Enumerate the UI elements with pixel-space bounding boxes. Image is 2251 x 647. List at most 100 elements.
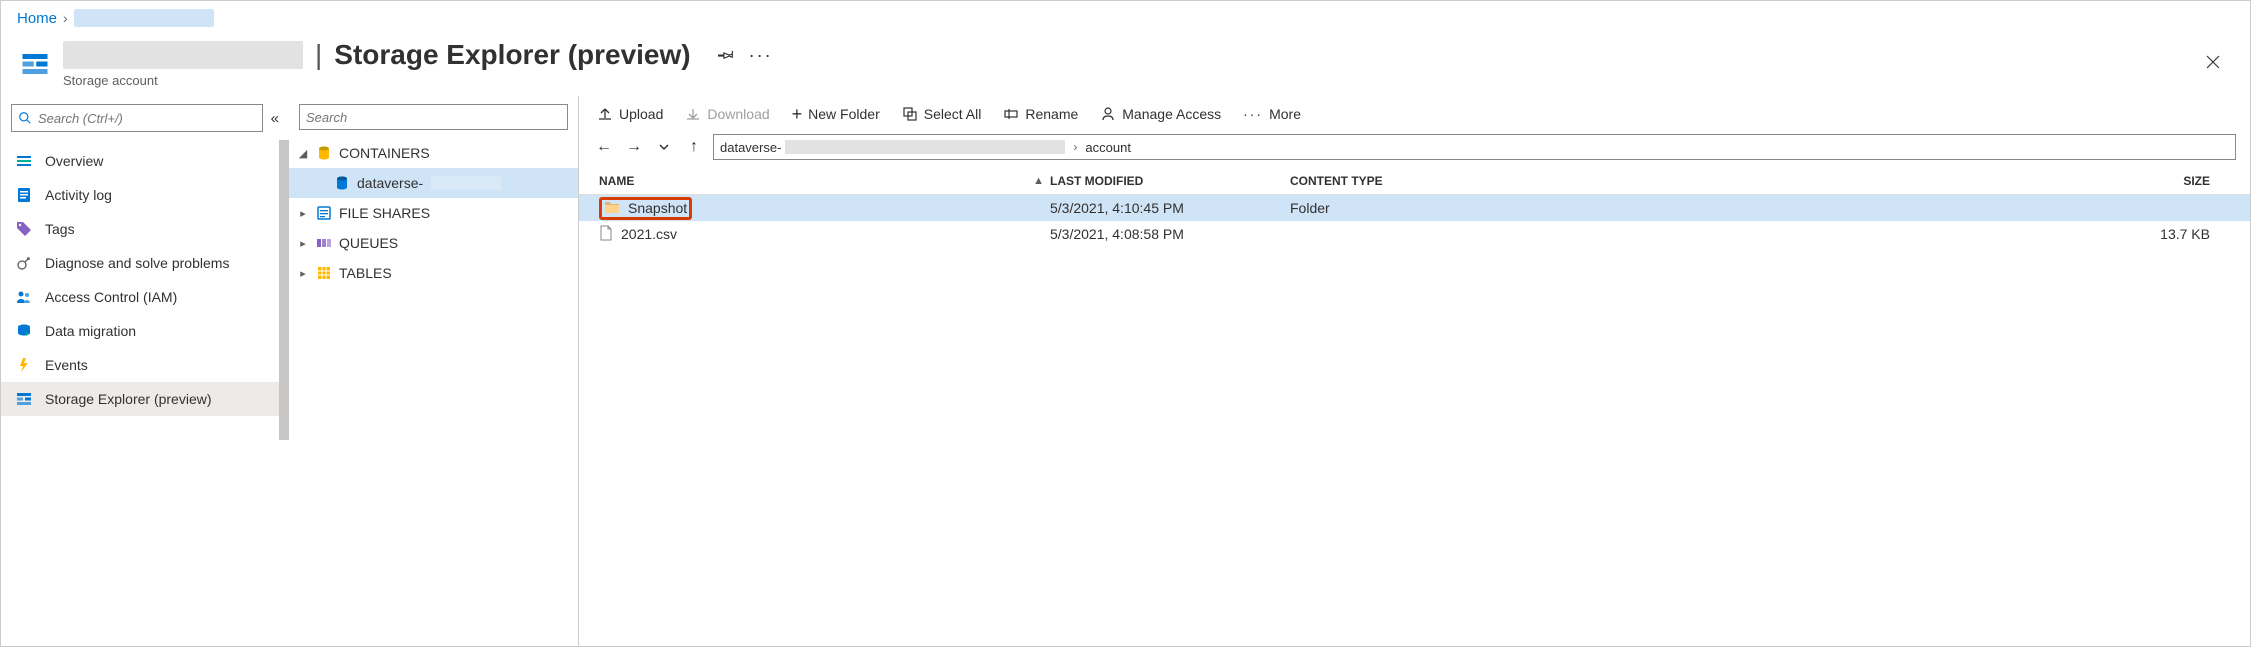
sidebar-item-events[interactable]: Events xyxy=(1,348,289,382)
select-all-button[interactable]: Select All xyxy=(902,106,982,122)
more-button[interactable]: ··· More xyxy=(1243,106,1301,122)
nav-forward-button[interactable]: → xyxy=(623,136,645,158)
file-icon xyxy=(599,225,613,244)
tables-icon xyxy=(315,264,333,282)
sidebar-item-label: Overview xyxy=(45,153,103,169)
resource-type-label: Storage account xyxy=(63,73,773,88)
manage-access-button[interactable]: Manage Access xyxy=(1100,106,1221,122)
tree-node-queues[interactable]: ▸ QUEUES xyxy=(289,228,578,258)
sidebar-item-label: Tags xyxy=(45,221,75,237)
nav-up-button[interactable]: ↑ xyxy=(683,136,705,158)
tree-node-file-shares[interactable]: ▸ FILE SHARES xyxy=(289,198,578,228)
file-modified: 5/3/2021, 4:10:45 PM xyxy=(1044,200,1284,216)
column-header-size[interactable]: SIZE xyxy=(1444,174,2240,188)
sidebar-item-tags[interactable]: Tags xyxy=(1,212,289,246)
data-migration-icon xyxy=(15,322,33,340)
close-button[interactable] xyxy=(2192,47,2234,81)
sidebar-item-diagnose[interactable]: Diagnose and solve problems xyxy=(1,246,289,280)
sidebar-item-access-control[interactable]: Access Control (IAM) xyxy=(1,280,289,314)
overview-icon xyxy=(15,152,33,170)
download-button[interactable]: Download xyxy=(685,106,769,122)
upload-button[interactable]: Upload xyxy=(597,106,663,122)
sidebar-item-label: Storage Explorer (preview) xyxy=(45,391,212,407)
tree-node-dataverse[interactable]: dataverse- xyxy=(289,168,578,198)
sidebar-item-label: Diagnose and solve problems xyxy=(45,255,229,271)
collapse-arrow-icon: ▸ xyxy=(297,237,309,250)
sidebar-item-storage-explorer[interactable]: Storage Explorer (preview) xyxy=(1,382,289,416)
tree-node-tables[interactable]: ▸ TABLES xyxy=(289,258,578,288)
table-row[interactable]: Snapshot 5/3/2021, 4:10:45 PM Folder xyxy=(579,195,2250,221)
toolbar-label: Manage Access xyxy=(1122,106,1221,122)
container-icon xyxy=(333,174,351,192)
address-segment: dataverse- xyxy=(720,140,781,155)
nav-dropdown-button[interactable] xyxy=(653,136,675,158)
column-label: NAME xyxy=(599,174,634,188)
content-panel: Upload Download + New Folder Select All … xyxy=(579,96,2250,646)
page-title: Storage Explorer (preview) xyxy=(334,39,690,71)
sidebar-item-label: Events xyxy=(45,357,88,373)
tags-icon xyxy=(15,220,33,238)
breadcrumb-home[interactable]: Home xyxy=(17,10,57,27)
column-header-name[interactable]: NAME ▲ xyxy=(589,174,1044,188)
storage-explorer-icon xyxy=(15,390,33,408)
tree-node-label: QUEUES xyxy=(339,235,398,251)
toolbar-label: New Folder xyxy=(808,106,880,122)
breadcrumb-redacted xyxy=(74,9,214,27)
page-header: | Storage Explorer (preview) ··· Storage… xyxy=(1,35,2250,96)
address-segment: account xyxy=(1085,140,1131,155)
tree-search[interactable] xyxy=(299,104,568,130)
address-bar[interactable]: dataverse- › account xyxy=(713,134,2236,160)
new-folder-button[interactable]: + New Folder xyxy=(792,106,880,122)
file-size: 13.7 KB xyxy=(1444,226,2240,242)
chevron-right-icon: › xyxy=(63,10,68,26)
file-table: NAME ▲ LAST MODIFIED CONTENT TYPE SIZE S… xyxy=(579,168,2250,646)
tree-node-label: dataverse- xyxy=(357,175,423,191)
file-name: 2021.csv xyxy=(621,226,677,242)
file-shares-icon xyxy=(315,204,333,222)
scrollbar-thumb[interactable] xyxy=(279,140,289,440)
collapse-arrow-icon: ▸ xyxy=(297,207,309,220)
rename-button[interactable]: Rename xyxy=(1003,106,1078,122)
toolbar: Upload Download + New Folder Select All … xyxy=(579,96,2250,132)
file-modified: 5/3/2021, 4:08:58 PM xyxy=(1044,226,1284,242)
sidebar-search-input[interactable] xyxy=(38,111,256,126)
tree-node-redacted xyxy=(431,176,501,190)
tree-node-containers[interactable]: ◢ CONTAINERS xyxy=(289,138,578,168)
toolbar-label: Upload xyxy=(619,106,663,122)
nav-back-button[interactable]: ← xyxy=(593,136,615,158)
sidebar-item-label: Activity log xyxy=(45,187,112,203)
title-separator: | xyxy=(315,39,322,71)
sidebar-item-activity-log[interactable]: Activity log xyxy=(1,178,289,212)
table-row[interactable]: 2021.csv 5/3/2021, 4:08:58 PM 13.7 KB xyxy=(579,221,2250,247)
navigation-bar: ← → ↑ dataverse- › account xyxy=(579,132,2250,168)
sidebar-item-data-migration[interactable]: Data migration xyxy=(1,314,289,348)
activity-log-icon xyxy=(15,186,33,204)
collapse-arrow-icon: ▸ xyxy=(297,267,309,280)
address-redacted xyxy=(785,140,1065,154)
tree-node-label: CONTAINERS xyxy=(339,145,430,161)
column-header-type[interactable]: CONTENT TYPE xyxy=(1284,174,1444,188)
column-header-modified[interactable]: LAST MODIFIED xyxy=(1044,174,1284,188)
sidebar-search[interactable] xyxy=(11,104,263,132)
events-icon xyxy=(15,356,33,374)
more-icon[interactable]: ··· xyxy=(749,45,773,66)
tree-search-input[interactable] xyxy=(306,110,561,125)
storage-account-icon xyxy=(17,46,53,82)
diagnose-icon xyxy=(15,254,33,272)
breadcrumb: Home › xyxy=(1,1,2250,35)
expand-arrow-icon: ◢ xyxy=(297,147,309,160)
resource-name-redacted xyxy=(63,41,303,69)
sidebar-item-label: Access Control (IAM) xyxy=(45,289,177,305)
sidebar-nav: Overview Activity log Tags Diagnose and … xyxy=(1,140,289,646)
tree-node-label: FILE SHARES xyxy=(339,205,430,221)
collapse-sidebar-icon[interactable]: « xyxy=(271,110,279,127)
file-name: Snapshot xyxy=(628,200,687,216)
toolbar-label: Rename xyxy=(1025,106,1078,122)
toolbar-label: Download xyxy=(707,106,769,122)
pin-icon[interactable] xyxy=(717,45,735,66)
toolbar-label: More xyxy=(1269,106,1301,122)
sidebar-item-label: Data migration xyxy=(45,323,136,339)
tree-panel: ◢ CONTAINERS dataverse- ▸ FILE SHARES ▸ … xyxy=(289,96,579,646)
queues-icon xyxy=(315,234,333,252)
sidebar-item-overview[interactable]: Overview xyxy=(1,144,289,178)
